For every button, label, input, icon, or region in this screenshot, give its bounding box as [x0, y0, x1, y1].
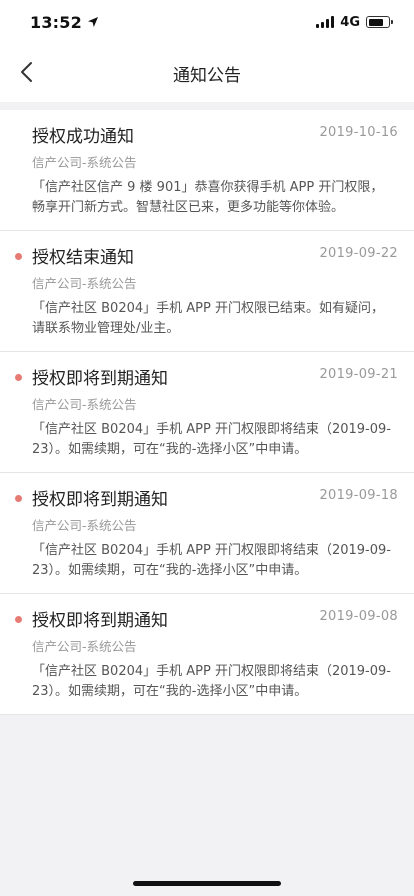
status-bar: 13:52 4G [0, 0, 414, 44]
notice-body: 「信产社区信产 9 楼 901」恭喜你获得手机 APP 开门权限，畅享开门新方式… [32, 180, 384, 215]
notice-title: 授权即将到期通知 [32, 490, 168, 510]
battery-icon [366, 16, 393, 28]
notice-title: 授权即将到期通知 [32, 369, 168, 389]
unread-dot [15, 374, 22, 381]
notice-source: 信产公司-系统公告 [32, 397, 137, 412]
notice-item[interactable]: 授权即将到期通知 2019-09-21 信产公司-系统公告 「信产社区 B020… [0, 352, 414, 473]
screen: 13:52 4G 通知公告 授权成功通知 2019-10-16 信产公司-系统公… [0, 0, 414, 896]
notice-date: 2019-09-08 [319, 609, 398, 624]
notice-body: 「信产社区 B0204」手机 APP 开门权限已结束。如有疑问，请联系物业管理处… [32, 301, 384, 336]
notice-title: 授权即将到期通知 [32, 611, 168, 631]
notice-date: 2019-10-16 [319, 125, 398, 140]
signal-icon [316, 16, 335, 28]
home-indicator[interactable] [133, 881, 281, 886]
notice-body: 「信产社区 B0204」手机 APP 开门权限即将结束（2019-09-23）。… [32, 664, 391, 699]
notice-item[interactable]: 授权成功通知 2019-10-16 信产公司-系统公告 「信产社区信产 9 楼 … [0, 110, 414, 231]
notice-list: 授权成功通知 2019-10-16 信产公司-系统公告 「信产社区信产 9 楼 … [0, 110, 414, 715]
battery-fill [368, 18, 383, 26]
notice-source: 信产公司-系统公告 [32, 639, 137, 654]
notice-item[interactable]: 授权结束通知 2019-09-22 信产公司-系统公告 「信产社区 B0204」… [0, 231, 414, 352]
notice-source: 信产公司-系统公告 [32, 155, 137, 170]
status-time: 13:52 [30, 12, 82, 32]
unread-dot [15, 253, 22, 260]
notice-date: 2019-09-22 [319, 246, 398, 261]
unread-dot [15, 495, 22, 502]
notice-title: 授权成功通知 [32, 127, 134, 147]
status-right: 4G [316, 14, 393, 30]
notice-item[interactable]: 授权即将到期通知 2019-09-18 信产公司-系统公告 「信产社区 B020… [0, 473, 414, 594]
nav-bar: 通知公告 [0, 44, 414, 102]
notice-title: 授权结束通知 [32, 248, 134, 268]
location-arrow-icon [87, 17, 98, 27]
page-title: 通知公告 [173, 65, 241, 86]
chevron-left-icon [21, 62, 32, 82]
network-type: 4G [340, 14, 360, 30]
unread-dot [15, 616, 22, 623]
notice-source: 信产公司-系统公告 [32, 276, 137, 291]
status-left: 13:52 [30, 13, 99, 32]
notice-body: 「信产社区 B0204」手机 APP 开门权限即将结束（2019-09-23）。… [32, 422, 391, 457]
back-button[interactable] [10, 56, 42, 88]
notice-date: 2019-09-18 [319, 488, 398, 503]
notice-source: 信产公司-系统公告 [32, 518, 137, 533]
notice-body: 「信产社区 B0204」手机 APP 开门权限即将结束（2019-09-23）。… [32, 543, 391, 578]
notice-item[interactable]: 授权即将到期通知 2019-09-08 信产公司-系统公告 「信产社区 B020… [0, 594, 414, 715]
notice-date: 2019-09-21 [319, 367, 398, 382]
